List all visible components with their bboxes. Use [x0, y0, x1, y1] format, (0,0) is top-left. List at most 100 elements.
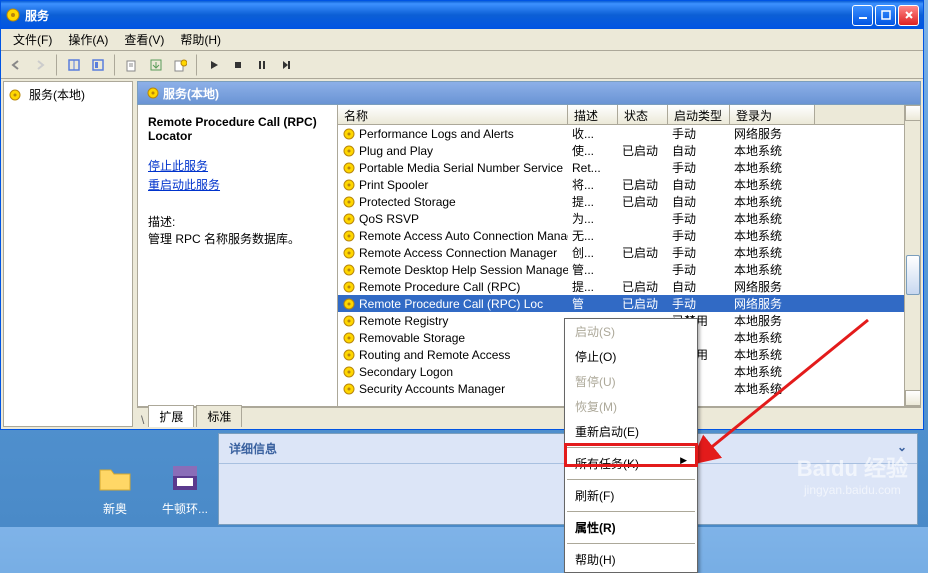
- service-logon: 本地系统: [730, 193, 815, 210]
- gear-icon: [342, 348, 356, 362]
- service-logon: 本地系统: [730, 380, 815, 397]
- tab-extended[interactable]: 扩展: [148, 405, 194, 427]
- desktop-folder[interactable]: 新奥: [90, 460, 140, 517]
- toolbar-btn-2[interactable]: [87, 54, 109, 76]
- gear-icon: [342, 212, 356, 226]
- menu-action[interactable]: 操作(A): [60, 29, 116, 50]
- tab-bar: \ 扩展 标准: [137, 407, 921, 427]
- col-logon[interactable]: 登录为: [730, 105, 815, 124]
- forward-button[interactable]: [29, 54, 51, 76]
- service-desc: 为...: [568, 210, 618, 227]
- service-startup: 手动: [668, 244, 730, 261]
- service-row[interactable]: Remote Desktop Help Session Manager管...手…: [338, 261, 920, 278]
- service-name: Security Accounts Manager: [359, 382, 505, 396]
- gear-icon: [342, 382, 356, 396]
- toolbar-btn-1[interactable]: [63, 54, 85, 76]
- close-button[interactable]: [898, 5, 919, 26]
- ctx-help[interactable]: 帮助(H): [565, 547, 697, 572]
- menu-view[interactable]: 查看(V): [116, 29, 172, 50]
- menu-help[interactable]: 帮助(H): [172, 29, 229, 50]
- service-startup: 自动: [668, 142, 730, 159]
- refresh-button[interactable]: [121, 54, 143, 76]
- pause-button[interactable]: [251, 54, 273, 76]
- service-name: Remote Access Auto Connection Manager: [359, 229, 568, 243]
- ctx-properties[interactable]: 属性(R): [565, 515, 697, 540]
- service-row[interactable]: Plug and Play使...已启动自动本地系统: [338, 142, 920, 159]
- col-desc[interactable]: 描述: [568, 105, 618, 124]
- service-logon: 本地系统: [730, 329, 815, 346]
- services-window: 服务 文件(F) 操作(A) 查看(V) 帮助(H) 服务(本地): [0, 0, 924, 430]
- ctx-restart[interactable]: 重新启动(E): [565, 419, 697, 444]
- service-name: Portable Media Serial Number Service: [359, 161, 563, 175]
- separator: [114, 54, 116, 76]
- service-row[interactable]: Portable Media Serial Number ServiceRet.…: [338, 159, 920, 176]
- service-row[interactable]: Remote Procedure Call (RPC) Loc管已启动手动网络服…: [338, 295, 920, 312]
- titlebar[interactable]: 服务: [1, 1, 923, 29]
- service-logon: 网络服务: [730, 295, 815, 312]
- content-area: 服务(本地) 服务(本地) Remote Procedure Call (RPC…: [1, 79, 923, 429]
- desktop-rar[interactable]: 牛顿环...: [160, 460, 210, 517]
- tree-root[interactable]: 服务(本地): [8, 86, 128, 103]
- gear-icon: [342, 331, 356, 345]
- service-state: 已启动: [618, 142, 668, 159]
- separator: [567, 543, 695, 544]
- minimize-button[interactable]: [852, 5, 873, 26]
- service-state: 已启动: [618, 193, 668, 210]
- service-logon: 本地系统: [730, 176, 815, 193]
- service-row[interactable]: QoS RSVP为...手动本地系统: [338, 210, 920, 227]
- stop-button[interactable]: [227, 54, 249, 76]
- gear-icon: [8, 88, 22, 102]
- gear-icon: [342, 280, 356, 294]
- scroll-thumb[interactable]: [906, 255, 920, 295]
- service-startup: 自动: [668, 193, 730, 210]
- list-header: 名称 描述 状态 启动类型 登录为: [338, 105, 920, 125]
- separator: [56, 54, 58, 76]
- watermark: Baidu 经验 jingyan.baidu.com: [797, 451, 908, 497]
- service-desc: 管: [568, 295, 618, 312]
- col-name[interactable]: 名称: [338, 105, 568, 124]
- service-name: Performance Logs and Alerts: [359, 127, 514, 141]
- service-startup: 手动: [668, 210, 730, 227]
- export-button[interactable]: [145, 54, 167, 76]
- gear-icon: [342, 246, 356, 260]
- service-row[interactable]: Remote Access Auto Connection Manager无..…: [338, 227, 920, 244]
- ctx-refresh[interactable]: 刷新(F): [565, 483, 697, 508]
- tab-standard[interactable]: 标准: [196, 405, 242, 427]
- maximize-button[interactable]: [875, 5, 896, 26]
- service-desc: 创...: [568, 244, 618, 261]
- tree-pane: 服务(本地): [3, 81, 133, 427]
- restart-button[interactable]: [275, 54, 297, 76]
- service-name: Remote Desktop Help Session Manager: [359, 263, 568, 277]
- app-icon: [5, 7, 21, 23]
- service-row[interactable]: Print Spooler将...已启动自动本地系统: [338, 176, 920, 193]
- ctx-start[interactable]: 启动(S): [565, 319, 697, 344]
- play-button[interactable]: [203, 54, 225, 76]
- gear-icon: [342, 314, 356, 328]
- ctx-all-tasks[interactable]: 所有任务(K): [565, 451, 697, 476]
- vertical-scrollbar[interactable]: [904, 105, 920, 406]
- service-row[interactable]: Protected Storage提...已启动自动本地系统: [338, 193, 920, 210]
- col-state[interactable]: 状态: [618, 105, 668, 124]
- service-row[interactable]: Performance Logs and Alerts收...手动网络服务: [338, 125, 920, 142]
- menu-file[interactable]: 文件(F): [5, 29, 60, 50]
- desc-text: 管理 RPC 名称服务数据库。: [148, 230, 327, 247]
- restart-link[interactable]: 重启动此服务: [148, 176, 327, 193]
- service-startup: 手动: [668, 159, 730, 176]
- window-title: 服务: [25, 7, 850, 24]
- help-button[interactable]: [169, 54, 191, 76]
- desktop-folder-label: 新奥: [103, 502, 127, 516]
- service-desc: 提...: [568, 278, 618, 295]
- back-button[interactable]: [5, 54, 27, 76]
- service-row[interactable]: Remote Procedure Call (RPC)提...已启动自动网络服务: [338, 278, 920, 295]
- service-state: 已启动: [618, 295, 668, 312]
- col-startup[interactable]: 启动类型: [668, 105, 730, 124]
- service-name: Protected Storage: [359, 195, 456, 209]
- ctx-pause[interactable]: 暂停(U): [565, 369, 697, 394]
- ctx-stop[interactable]: 停止(O): [565, 344, 697, 369]
- stop-link[interactable]: 停止此服务: [148, 157, 327, 174]
- service-logon: 网络服务: [730, 125, 815, 142]
- service-startup: 手动: [668, 261, 730, 278]
- service-row[interactable]: Remote Access Connection Manager创...已启动手…: [338, 244, 920, 261]
- watermark-brand: Baidu 经验: [797, 451, 908, 483]
- ctx-resume[interactable]: 恢复(M): [565, 394, 697, 419]
